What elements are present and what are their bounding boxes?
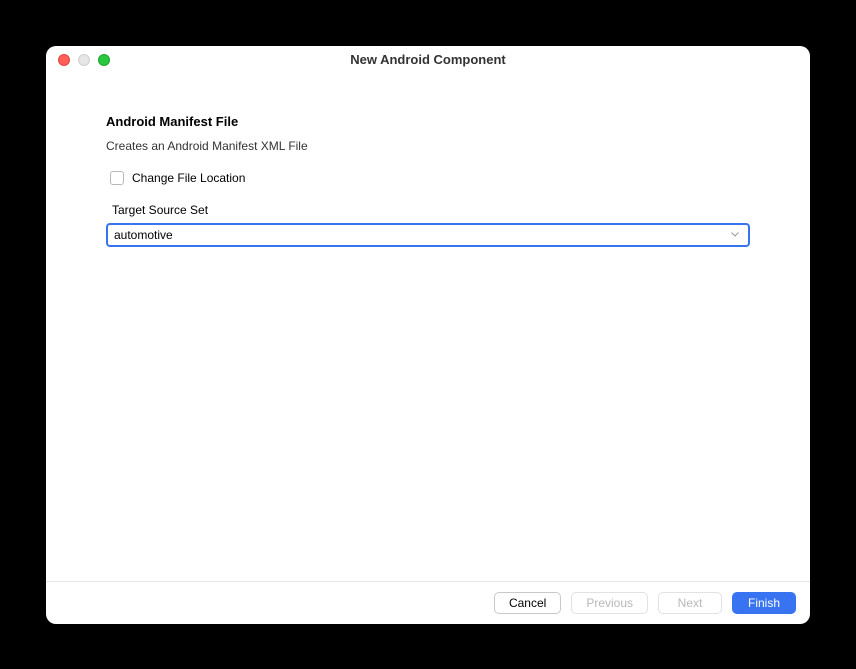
dialog-window: New Android Component Android Manifest F… — [46, 46, 810, 624]
titlebar: New Android Component — [46, 46, 810, 74]
previous-button: Previous — [571, 592, 648, 614]
page-description: Creates an Android Manifest XML File — [106, 139, 750, 153]
target-source-set-select[interactable]: automotive — [106, 223, 750, 247]
finish-button[interactable]: Finish — [732, 592, 796, 614]
next-button: Next — [658, 592, 722, 614]
change-file-location-label: Change File Location — [132, 171, 245, 185]
cancel-button[interactable]: Cancel — [494, 592, 561, 614]
target-source-set-label: Target Source Set — [112, 203, 750, 217]
footer: Cancel Previous Next Finish — [46, 581, 810, 624]
maximize-icon[interactable] — [98, 54, 110, 66]
chevron-down-icon — [730, 230, 740, 240]
traffic-lights — [58, 54, 110, 66]
change-file-location-row: Change File Location — [110, 171, 750, 185]
content-area: Android Manifest File Creates an Android… — [46, 74, 810, 581]
page-heading: Android Manifest File — [106, 114, 750, 129]
target-source-set-value: automotive — [114, 228, 173, 242]
window-title: New Android Component — [350, 52, 506, 67]
minimize-icon[interactable] — [78, 54, 90, 66]
change-file-location-checkbox[interactable] — [110, 171, 124, 185]
close-icon[interactable] — [58, 54, 70, 66]
